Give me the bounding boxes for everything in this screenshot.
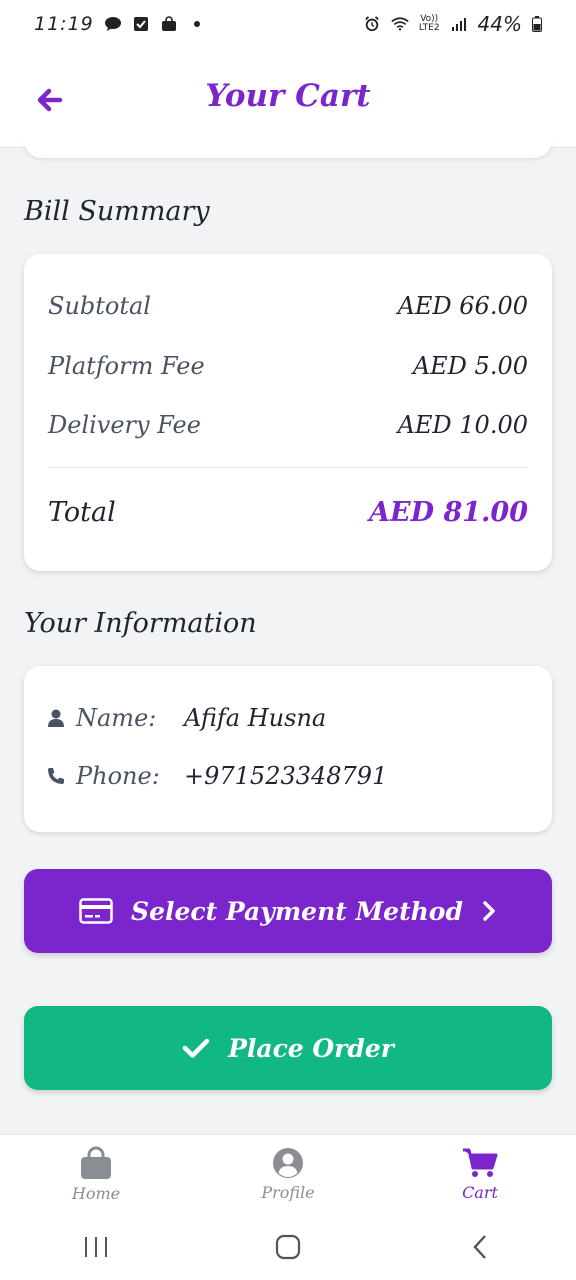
nav-label-cart: Cart [462,1183,498,1202]
name-value: Afifa Husna [184,704,327,732]
checkbox-icon [133,17,148,31]
user-circle-icon [273,1148,303,1178]
select-payment-method-button[interactable]: Select Payment Method [24,869,552,953]
network-bottom-text: LTE2 [418,23,440,33]
total-label: Total [48,497,116,528]
bill-row-amount: AED 10.00 [397,411,528,439]
phone-icon [48,768,64,784]
cart-icon [463,1148,498,1177]
app-header: Your Cart [0,48,576,148]
back-chevron-icon [473,1235,486,1259]
select-payment-method-label: Select Payment Method [131,896,463,926]
battery-percent: 44% [477,12,522,36]
back-system-button[interactable] [460,1227,500,1267]
cart-item-card-edge [24,140,552,158]
recent-apps-icon [85,1237,107,1257]
nav-label-profile: Profile [261,1183,315,1202]
place-order-label: Place Order [228,1033,394,1063]
bottom-navigation: Home Profile Cart [0,1134,576,1214]
nav-label-home: Home [71,1184,121,1203]
credit-card-icon [79,898,113,924]
bill-summary-title: Bill Summary [24,196,210,227]
bill-row-label: Subtotal [48,292,151,320]
signal-icon [451,18,466,31]
bill-row-total: Total AED 81.00 [48,497,528,528]
bill-row-delivery-fee: Delivery Fee AED 10.00 [48,411,528,439]
status-right: Vo)) LTE2 44% [363,12,542,36]
notification-dot-icon [193,21,200,27]
bill-row-subtotal: Subtotal AED 66.00 [48,292,528,320]
bill-row-amount: AED 66.00 [397,292,528,320]
info-row-name: Name: Afifa Husna [46,704,326,732]
info-row-phone: Phone: +971523348791 [46,762,387,790]
system-navigation-bar [0,1214,576,1280]
phone-label: Phone: [76,762,160,790]
bill-row-label: Delivery Fee [48,411,201,439]
status-bar: 11:19 Vo)) LTE2 44% [0,0,576,48]
shopping-bag-icon [81,1146,111,1179]
bill-row-amount: AED 5.00 [412,352,528,380]
chevron-right-icon [483,901,495,921]
your-information-title: Your Information [24,608,257,639]
phone-value: +971523348791 [184,762,388,790]
checkmark-icon [182,1038,210,1058]
home-system-button[interactable] [268,1227,308,1267]
bill-summary-card: Subtotal AED 66.00 Platform Fee AED 5.00… [24,254,552,571]
alarm-icon [365,16,379,32]
nav-item-cart[interactable]: Cart [384,1135,576,1214]
status-left: 11:19 [34,13,200,35]
home-system-icon [275,1234,301,1260]
battery-icon [532,16,542,32]
recent-apps-button[interactable] [76,1227,116,1267]
bill-row-label: Platform Fee [48,352,205,380]
nav-item-home[interactable]: Home [0,1135,192,1214]
chat-bubble-icon [104,17,121,31]
status-time: 11:19 [34,13,94,35]
page-title: Your Cart [205,78,371,114]
bill-row-platform-fee: Platform Fee AED 5.00 [48,352,528,380]
nav-item-profile[interactable]: Profile [192,1135,384,1214]
name-label: Name: [76,704,157,732]
bill-divider [48,467,528,468]
user-info-card: Name: Afifa Husna Phone: +971523348791 [24,666,552,832]
total-amount: AED 81.00 [369,497,528,528]
shopping-bag-status-icon [161,16,176,31]
network-label: Vo)) LTE2 [419,15,440,33]
wifi-icon [391,17,409,31]
place-order-button[interactable]: Place Order [24,1006,552,1090]
user-icon [48,709,64,727]
